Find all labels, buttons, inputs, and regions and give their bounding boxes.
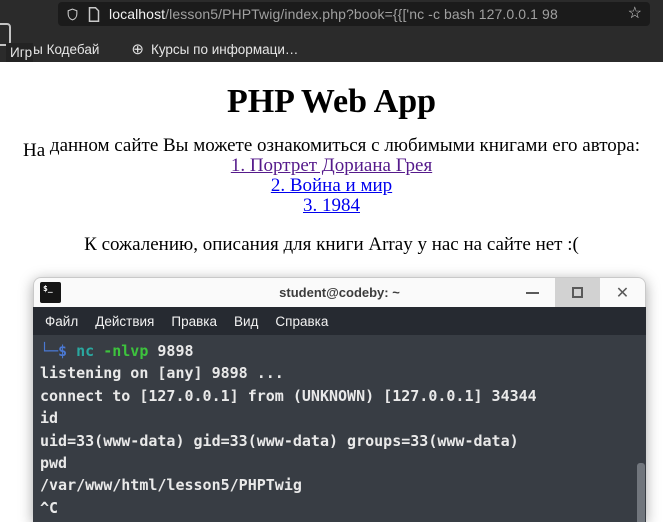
bookmark-star-icon[interactable]: ☆ [628, 6, 642, 22]
url-domain: localhost [109, 6, 166, 22]
menu-file[interactable]: Файл [45, 314, 78, 329]
bookmark-item-games[interactable]: Игр ы Кодебай [6, 37, 100, 68]
close-icon: ✕ [615, 284, 630, 302]
intro-first-word: На [23, 140, 46, 161]
intro-text: На данном сайте Вы можете ознакомиться с… [0, 135, 663, 161]
terminal-line: pwd [40, 454, 68, 473]
menu-help[interactable]: Справка [275, 314, 328, 329]
menu-edit[interactable]: Правка [171, 314, 217, 329]
prompt-symbol: └─$ [40, 342, 68, 360]
bookmark-label-rest: ы Кодебай [33, 41, 100, 57]
intro-rest: данном сайте Вы можете ознакомиться с лю… [45, 135, 640, 156]
terminal-output[interactable]: └─$ nc -nlvp 9898 listening on [any] 989… [33, 335, 646, 522]
menu-view[interactable]: Вид [234, 314, 258, 329]
browser-chrome: localhost/lesson5/PHPTwig/index.php?book… [0, 0, 663, 68]
terminal-line: id [40, 409, 59, 428]
window-controls: ✕ [510, 278, 645, 307]
maximize-button[interactable] [555, 278, 600, 307]
terminal-app-icon: $_ [40, 282, 61, 303]
terminal-line: listening on [any] 9898 ... [40, 364, 284, 383]
terminal-menubar: Файл Действия Правка Вид Справка [33, 307, 646, 335]
close-button[interactable]: ✕ [600, 278, 645, 307]
page-title: PHP Web App [226, 83, 437, 120]
address-bar[interactable]: localhost/lesson5/PHPTwig/index.php?book… [58, 2, 650, 26]
bookmark-item-courses[interactable]: ⊕ Курсы по информаци… [131, 42, 298, 57]
bookmark-label: Курсы по информаци… [150, 41, 299, 57]
terminal-line: connect to [127.0.0.1] from (UNKNOWN) [1… [40, 386, 537, 405]
minimize-button[interactable] [510, 278, 555, 307]
maximize-icon [572, 287, 583, 298]
terminal-line: uid=33(www-data) gid=33(www-data) groups… [40, 431, 519, 450]
terminal-scrollbar[interactable] [637, 463, 645, 522]
book-links: 1. Портрет Дориана Грея 2. Война и мир 3… [0, 156, 663, 216]
command-name: nc [67, 342, 95, 360]
url-path: /lesson5/PHPTwig/index.php?book={{['nc -… [165, 6, 558, 22]
book-link-1[interactable]: 1. Портрет Дориана Грея [0, 156, 663, 176]
terminal-titlebar[interactable]: $_ student@codeby: ~ ✕ [33, 277, 646, 307]
url-text[interactable]: localhost/lesson5/PHPTwig/index.php?book… [109, 6, 622, 22]
command-args: -nlvp [94, 342, 149, 360]
page-info-icon[interactable] [88, 6, 100, 22]
bookmarks-bar: Игр ы Кодебай ⊕ Курсы по информаци… [6, 36, 663, 68]
book-link-3[interactable]: 3. 1984 [0, 196, 663, 216]
minimize-icon [526, 291, 539, 294]
terminal-prompt-line: └─$ nc -nlvp 9898 [40, 340, 646, 362]
error-message: К сожалению, описания для книги Array у … [84, 234, 579, 255]
terminal-line: /var/www/html/lesson5/PHPTwig [40, 476, 302, 495]
terminal-window: $_ student@codeby: ~ ✕ Файл Действия Пра… [33, 277, 646, 522]
globe-icon: ⊕ [131, 40, 144, 58]
shield-icon[interactable] [66, 7, 79, 22]
menu-actions[interactable]: Действия [95, 314, 154, 329]
command-port: 9898 [148, 342, 194, 360]
book-link-2[interactable]: 2. Война и мир [0, 176, 663, 196]
terminal-line: ^C [40, 498, 59, 517]
